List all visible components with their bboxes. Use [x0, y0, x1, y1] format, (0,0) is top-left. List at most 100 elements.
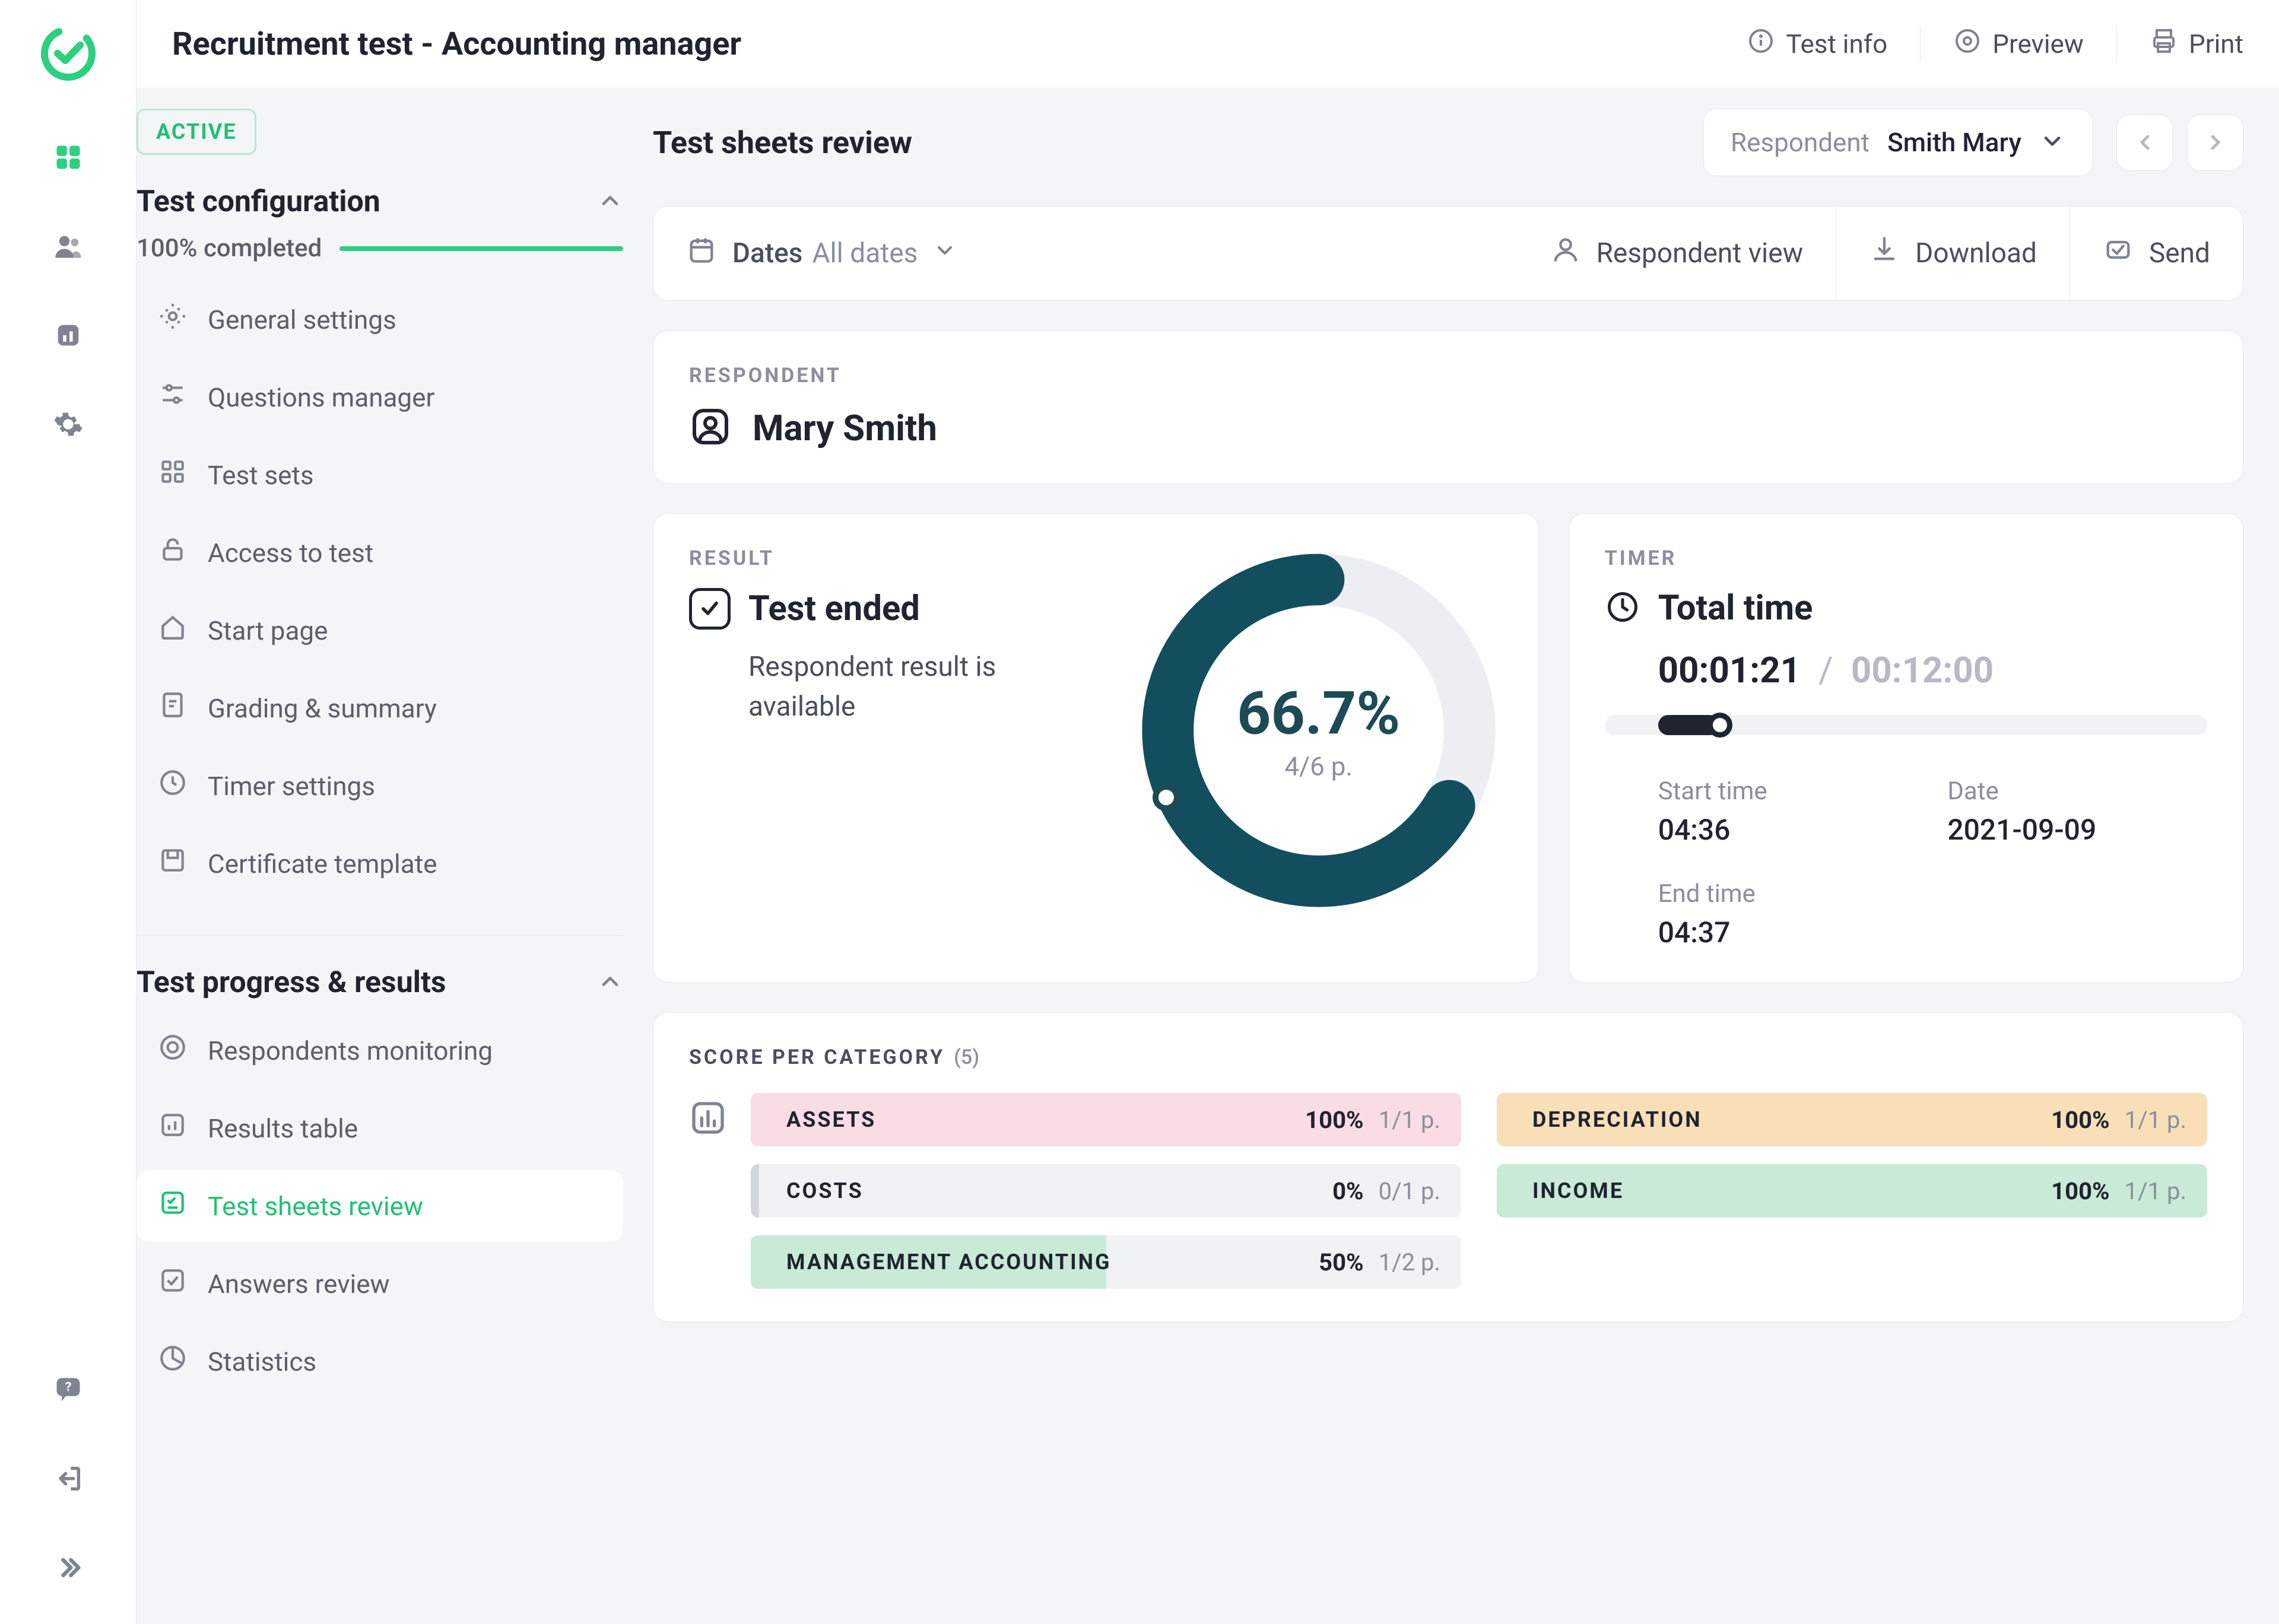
- nav-label: Answers review: [208, 1269, 390, 1299]
- respondent-name: Mary Smith: [753, 407, 937, 449]
- check-box-icon: [158, 1266, 188, 1302]
- nav-label: Statistics: [208, 1346, 316, 1377]
- score-name: MANAGEMENT ACCOUNTING: [786, 1250, 1319, 1275]
- grid-icon: [158, 457, 188, 493]
- score-title: SCORE PER CATEGORY: [689, 1045, 945, 1069]
- nav-label: Access to test: [208, 538, 373, 568]
- toolbar: Dates All dates Respondent view Download: [653, 206, 2243, 301]
- nav-respondents-monitoring[interactable]: Respondents monitoring: [137, 1015, 623, 1086]
- preview-button[interactable]: Preview: [1953, 27, 2084, 62]
- timer-progress: [1605, 715, 2207, 735]
- result-card: RESULT Test ended Respondent result is a…: [653, 513, 1539, 983]
- rail-help[interactable]: ?: [36, 1357, 101, 1422]
- section-test-configuration[interactable]: Test configuration: [137, 179, 623, 234]
- score-assets: ASSETS 100% 1/1 p.: [751, 1093, 1461, 1146]
- nav-label: Test sets: [208, 460, 314, 491]
- nav-label: Respondents monitoring: [208, 1035, 493, 1066]
- test-info-button[interactable]: Test info: [1747, 27, 1887, 62]
- score-points: 0/1 p.: [1379, 1177, 1440, 1205]
- send-icon: [2103, 234, 2134, 272]
- score-percent: 0%: [1332, 1177, 1364, 1205]
- rail-logout[interactable]: [36, 1446, 101, 1511]
- checklist-icon: [158, 1188, 188, 1224]
- clock-icon: [158, 768, 188, 804]
- nav-timer-settings[interactable]: Timer settings: [137, 750, 623, 822]
- prev-respondent-button[interactable]: [2116, 115, 2173, 171]
- dates-value: All dates: [812, 237, 918, 269]
- eye-icon: [1953, 27, 1982, 62]
- respondent-select-label: Respondent: [1731, 127, 1869, 158]
- dates-filter[interactable]: Dates All dates: [653, 206, 989, 300]
- nav-answers-review[interactable]: Answers review: [137, 1248, 623, 1320]
- nav-label: Certificate template: [208, 848, 437, 879]
- chevron-down-icon: [933, 237, 957, 269]
- rail-people[interactable]: [36, 214, 101, 279]
- nav-rail: ?: [0, 0, 137, 1624]
- nav-general-settings[interactable]: General settings: [137, 284, 623, 355]
- nav-questions-manager[interactable]: Questions manager: [137, 361, 623, 433]
- score-costs: COSTS 0% 0/1 p.: [751, 1164, 1461, 1218]
- section-test-progress[interactable]: Test progress & results: [137, 959, 623, 1015]
- score-card: SCORE PER CATEGORY (5) ASSETS: [653, 1012, 2243, 1322]
- timer-eyebrow: TIMER: [1605, 546, 2207, 570]
- respondent-select[interactable]: Respondent Smith Mary: [1703, 109, 2093, 176]
- timer-total: 00:12:00: [1851, 649, 1994, 691]
- send-button[interactable]: Send: [2070, 206, 2243, 300]
- nav-label: Questions manager: [208, 382, 434, 413]
- score-points: 1/1 p.: [2125, 1106, 2186, 1134]
- nav-label: Test sheets review: [208, 1191, 423, 1222]
- nav-grading-summary[interactable]: Grading & summary: [137, 672, 623, 744]
- document-icon: [158, 690, 188, 726]
- score-management-accounting: MANAGEMENT ACCOUNTING 50% 1/2 p.: [751, 1235, 1461, 1289]
- rail-dashboard[interactable]: [36, 125, 101, 190]
- score-depreciation: DEPRECIATION 100% 1/1 p.: [1497, 1093, 2207, 1146]
- timer-end-value: 04:37: [1658, 916, 1918, 949]
- nav-test-sheets-review[interactable]: Test sheets review: [137, 1170, 623, 1242]
- next-respondent-button[interactable]: [2187, 115, 2243, 171]
- timer-card: TIMER Total time 00:01:21 / 00:12:00: [1569, 513, 2243, 983]
- respondent-view-button[interactable]: Respondent view: [1518, 206, 1836, 300]
- svg-text:?: ?: [65, 1380, 71, 1394]
- timer-date: Date 2021-09-09: [1947, 777, 2207, 847]
- nav-statistics[interactable]: Statistics: [137, 1326, 623, 1397]
- gear-icon: [158, 301, 188, 338]
- nav-start-page[interactable]: Start page: [137, 595, 623, 666]
- chevron-down-icon: [2039, 128, 2065, 157]
- timer-start-label: Start time: [1658, 777, 1918, 806]
- nav-label: Results table: [208, 1113, 358, 1144]
- chevron-up-icon: [597, 968, 623, 997]
- result-subtitle: Respondent result is available: [689, 647, 1021, 726]
- clock-icon: [1605, 589, 1640, 627]
- score-count: (5): [954, 1045, 979, 1069]
- rail-settings-gear[interactable]: [36, 392, 101, 457]
- rail-reports[interactable]: [36, 303, 101, 368]
- print-label: Print: [2189, 28, 2243, 59]
- nav-test-sets[interactable]: Test sets: [137, 439, 623, 511]
- nav-label: Grading & summary: [208, 693, 437, 724]
- test-info-label: Test info: [1786, 28, 1887, 59]
- timer-start-value: 04:36: [1658, 813, 1918, 847]
- score-percent: 100%: [2051, 1106, 2109, 1134]
- person-box-icon: [689, 405, 732, 450]
- nav-label: Timer settings: [208, 771, 375, 802]
- section1-title: Test configuration: [137, 185, 380, 219]
- nav-results-table[interactable]: Results table: [137, 1092, 623, 1164]
- score-name: COSTS: [786, 1178, 1332, 1203]
- nav-certificate-template[interactable]: Certificate template: [137, 828, 623, 900]
- respondent-eyebrow: RESPONDENT: [689, 364, 2207, 387]
- content-title: Test sheets review: [653, 125, 1703, 161]
- calendar-icon: [686, 234, 717, 272]
- sliders-icon: [158, 379, 188, 415]
- nav-access-to-test[interactable]: Access to test: [137, 517, 623, 589]
- rail-expand[interactable]: [36, 1535, 101, 1600]
- page-title: Recruitment test - Accounting manager: [172, 26, 1747, 63]
- app-logo: [39, 24, 98, 83]
- bar-chart-icon: [689, 1099, 727, 1137]
- print-button[interactable]: Print: [2150, 27, 2243, 62]
- nav-label: General settings: [208, 304, 396, 335]
- topbar: Recruitment test - Accounting manager Te…: [137, 0, 2279, 88]
- home-icon: [158, 612, 188, 649]
- download-button[interactable]: Download: [1836, 206, 2069, 300]
- result-title: Test ended: [748, 589, 920, 629]
- result-eyebrow: RESULT: [689, 546, 1111, 570]
